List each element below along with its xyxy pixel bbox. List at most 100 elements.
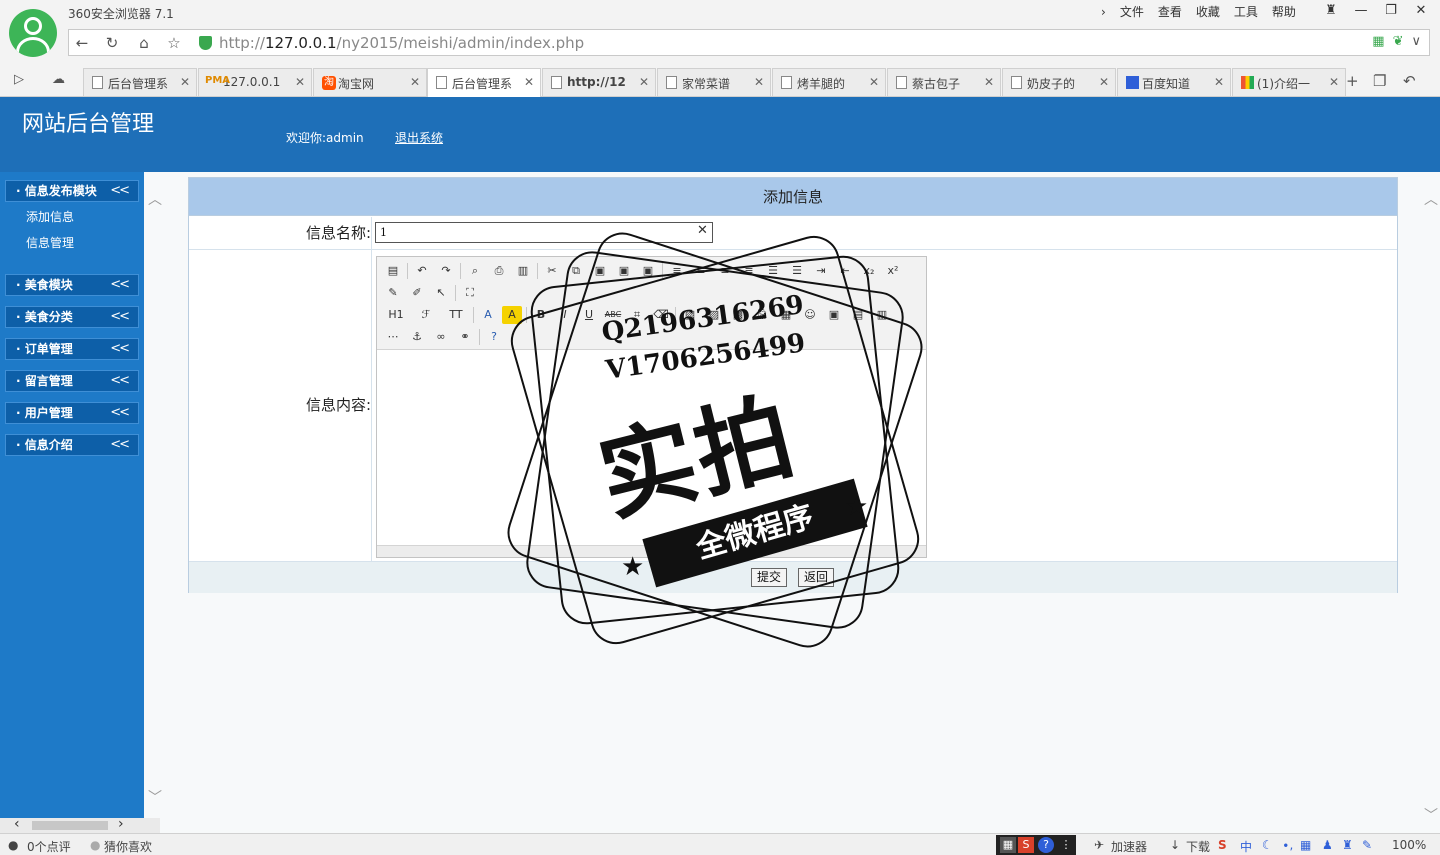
help-icon[interactable]: ? [484, 328, 504, 346]
scroll-right-icon[interactable]: › [118, 816, 124, 832]
zoom-level[interactable]: 100% [1392, 838, 1426, 852]
ime-logo-icon[interactable]: S [1218, 838, 1227, 852]
close-tab-icon[interactable]: ✕ [410, 75, 420, 89]
page-break-icon[interactable]: ⋯ [383, 328, 403, 346]
format-brush-icon[interactable]: ✎ [383, 284, 403, 302]
ime-moon-icon[interactable]: ☾ [1262, 838, 1273, 852]
download-button[interactable]: 下载 [1186, 838, 1210, 855]
tab-item-active[interactable]: 后台管理系 ✕ [427, 68, 541, 97]
font-size-dropdown[interactable]: TT [443, 306, 469, 324]
sidebar-module-publish[interactable]: · 信息发布模块 << [5, 180, 139, 202]
link-icon[interactable]: ∞ [431, 328, 451, 346]
sidebar-module-users[interactable]: · 用户管理 << [5, 402, 139, 424]
sidebar-toggle-icon[interactable]: ▷ [14, 72, 24, 87]
close-tab-icon[interactable]: ✕ [295, 75, 305, 89]
logout-link[interactable]: 退出系统 [395, 129, 443, 146]
font-color-dropdown[interactable]: A [478, 306, 498, 324]
sogou-icon[interactable]: S [1018, 837, 1034, 853]
close-tab-icon[interactable]: ✕ [1214, 75, 1224, 89]
url-text[interactable]: http://127.0.0.1/ny2015/meishi/admin/ind… [219, 33, 584, 53]
sidebar-module-food-category[interactable]: · 美食分类 << [5, 306, 139, 328]
ime-punct-icon[interactable]: ∙, [1282, 838, 1293, 852]
sidebar-module-intro[interactable]: · 信息介绍 << [5, 434, 139, 456]
ime-tools-icon[interactable]: ✎ [1362, 838, 1372, 852]
sidebar-item-info-manage[interactable]: 信息管理 [26, 234, 74, 251]
help-circle-icon[interactable]: ? [1038, 837, 1054, 853]
tray-menu-icon[interactable]: ⋮ [1058, 837, 1074, 853]
close-tab-icon[interactable]: ✕ [639, 75, 649, 89]
preview-icon[interactable]: ⌕ [465, 262, 485, 280]
tab-item[interactable]: 淘淘宝网 ✕ [313, 68, 427, 96]
tab-item[interactable]: 奶皮子的 ✕ [1002, 68, 1116, 96]
close-tab-icon[interactable]: ✕ [869, 75, 879, 89]
address-bar[interactable]: ← ↻ ⌂ ☆ http://127.0.0.1/ny2015/meishi/a… [68, 29, 1430, 56]
ime-user-icon[interactable]: ♟ [1322, 838, 1333, 852]
menu-help[interactable]: 帮助 [1265, 3, 1303, 21]
close-window-button[interactable]: ✕ [1406, 1, 1436, 21]
unlink-icon[interactable]: ⚭ [455, 328, 475, 346]
user-avatar-icon[interactable] [9, 9, 57, 57]
close-tab-icon[interactable]: ✕ [524, 75, 534, 89]
redo-icon[interactable]: ↷ [436, 262, 456, 280]
ime-chinese-mode[interactable]: 中 [1240, 838, 1252, 855]
home-icon[interactable]: ⌂ [133, 33, 155, 53]
font-family-dropdown[interactable]: ℱ [413, 306, 439, 324]
menu-view[interactable]: 查看 [1151, 3, 1189, 21]
page-scroll-up-icon[interactable]: ︿ [1424, 189, 1438, 209]
sidebar-module-orders[interactable]: · 订单管理 << [5, 338, 139, 360]
ime-keyboard-icon[interactable]: ▦ [1300, 838, 1311, 852]
undo-close-icon[interactable]: ↶ [1403, 72, 1416, 90]
clear-format-icon[interactable]: ✐ [407, 284, 427, 302]
ime-skin-icon[interactable]: ♜ [1342, 838, 1353, 852]
speed-leaf-icon[interactable]: ❦ [1393, 34, 1404, 49]
scroll-left-icon[interactable]: ‹ [14, 816, 20, 832]
comment-icon[interactable]: ● [8, 838, 18, 852]
new-tab-plus-icon[interactable]: + [1346, 72, 1359, 90]
sidebar-module-food[interactable]: · 美食模块 << [5, 274, 139, 296]
tab-item[interactable]: 百度知道 ✕ [1117, 68, 1231, 96]
refresh-icon[interactable]: ↻ [101, 33, 123, 53]
close-tab-icon[interactable]: ✕ [984, 75, 994, 89]
tab-item[interactable]: PMA 127.0.0.1 ✕ [198, 68, 312, 96]
heading-dropdown[interactable]: H1 [383, 306, 409, 324]
scrollbar-thumb[interactable] [32, 821, 108, 830]
source-icon[interactable]: ▤ [383, 262, 403, 280]
keyboard-icon[interactable]: ▦ [1000, 837, 1016, 853]
select-all-icon[interactable]: ↖ [431, 284, 451, 302]
tab-item[interactable]: (1)介绍一 ✕ [1232, 68, 1346, 96]
clear-input-icon[interactable]: ✕ [697, 223, 708, 238]
favorite-star-icon[interactable]: ☆ [163, 33, 185, 53]
back-arrow-icon[interactable]: ← [71, 33, 93, 53]
page-scroll-down-icon[interactable]: ﹀ [1424, 805, 1438, 825]
menu-expand-icon[interactable]: › [1094, 3, 1113, 21]
comments-count[interactable]: 0个点评 [27, 838, 71, 855]
frame-scroll-down-icon[interactable]: ﹀ [148, 787, 162, 807]
close-tab-icon[interactable]: ✕ [1329, 75, 1339, 89]
qrcode-icon[interactable]: ▦ [1372, 34, 1384, 49]
accelerator-button[interactable]: 加速器 [1111, 838, 1147, 855]
sidebar-module-messages[interactable]: · 留言管理 << [5, 370, 139, 392]
close-tab-icon[interactable]: ✕ [180, 75, 190, 89]
undo-icon[interactable]: ↶ [412, 262, 432, 280]
sidebar-item-add-info[interactable]: 添加信息 [26, 208, 74, 225]
tab-list-icon[interactable]: ❐ [1373, 72, 1386, 90]
tab-item[interactable]: 蔡古包子 ✕ [887, 68, 1001, 96]
close-tab-icon[interactable]: ✕ [1099, 75, 1109, 89]
address-dropdown-icon[interactable]: ∨ [1411, 34, 1421, 49]
close-tab-icon[interactable]: ✕ [754, 75, 764, 89]
tab-item[interactable]: 烤羊腿的 ✕ [772, 68, 886, 96]
maximize-button[interactable]: ❐ [1376, 1, 1406, 21]
tab-item[interactable]: 家常菜谱 ✕ [657, 68, 771, 96]
menu-file[interactable]: 文件 [1113, 3, 1151, 21]
menu-favorites[interactable]: 收藏 [1189, 3, 1227, 21]
fullscreen-icon[interactable]: ⛶ [460, 284, 480, 302]
cloud-icon[interactable]: ☁ [52, 72, 65, 87]
skin-icon[interactable]: ♜ [1316, 1, 1346, 21]
anchor-icon[interactable]: ⚓ [407, 328, 427, 346]
horizontal-scrollbar[interactable]: ‹ › [0, 816, 160, 833]
menu-tools[interactable]: 工具 [1227, 3, 1265, 21]
tab-item[interactable]: 后台管理系 ✕ [83, 68, 197, 96]
tab-item[interactable]: http://12 ✕ [542, 68, 656, 96]
guess-you-like[interactable]: 猜你喜欢 [104, 838, 152, 855]
minimize-button[interactable]: — [1346, 1, 1376, 21]
